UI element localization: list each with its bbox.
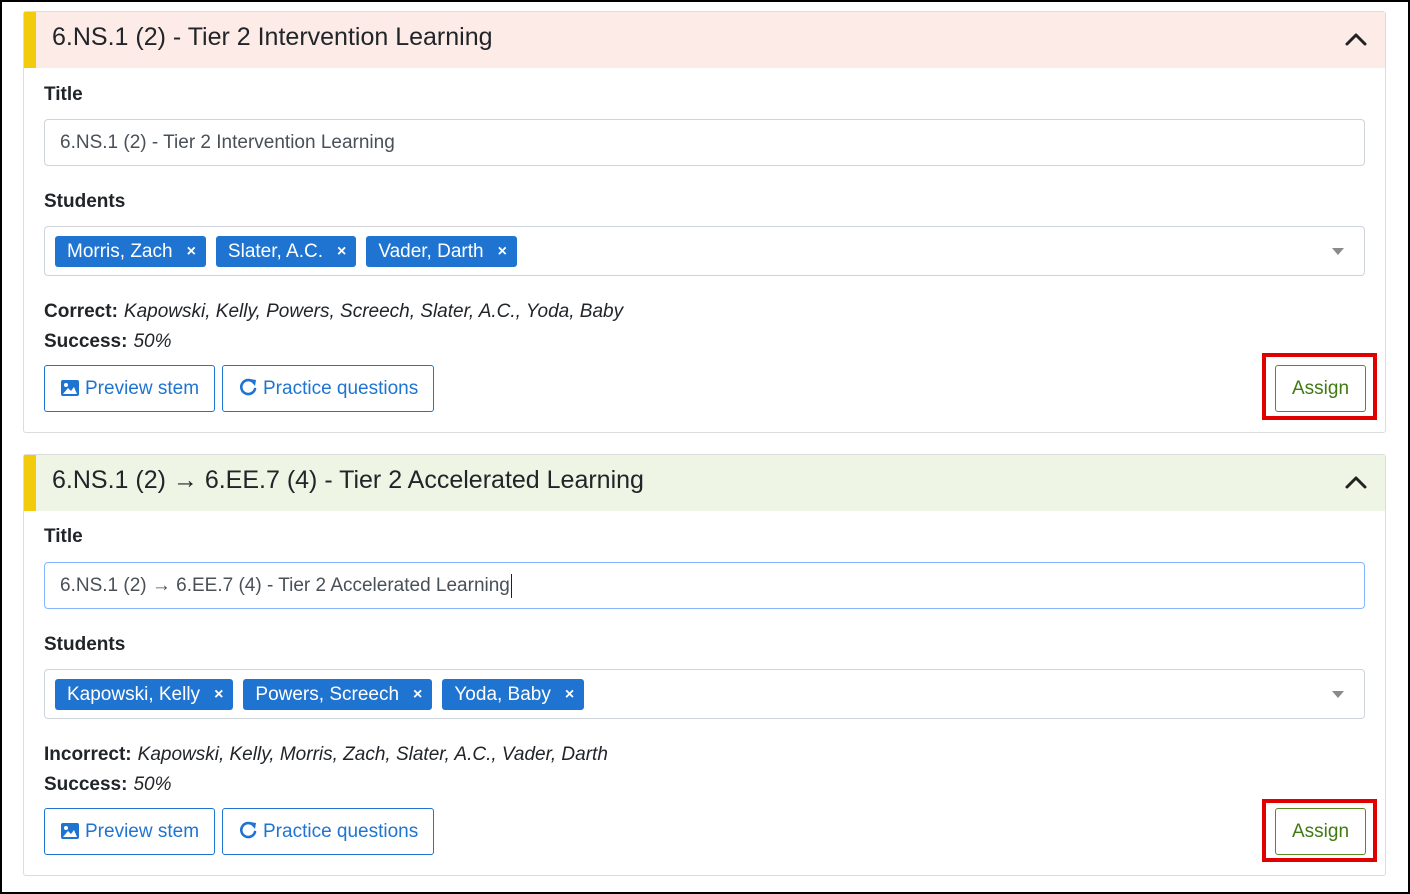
practice-questions-label: Practice questions xyxy=(263,378,419,399)
students-select[interactable]: Morris, Zach × Slater, A.C. × Vader, Darth… xyxy=(44,226,1365,276)
card-header[interactable]: 6.NS.1 (2) → 6.EE.7 (4) - Tier 2 Acceler… xyxy=(24,455,1385,511)
success-value: 50% xyxy=(133,774,172,795)
image-icon xyxy=(61,823,79,839)
title-input[interactable]: 6.NS.1 (2) → 6.EE.7 (4) - Tier 2 Acceler… xyxy=(44,562,1365,609)
student-tag-label: Yoda, Baby xyxy=(454,684,551,705)
students-label: Students xyxy=(44,634,126,655)
assign-label: Assign xyxy=(1292,378,1350,399)
title-label: Title xyxy=(44,526,83,547)
student-tag-label: Morris, Zach xyxy=(67,241,173,262)
title-input-value: 6.NS.1 (2) → 6.EE.7 (4) - Tier 2 Acceler… xyxy=(60,575,510,596)
students-label: Students xyxy=(44,191,126,212)
result-value: Kapowski, Kelly, Powers, Screech, Slater… xyxy=(123,301,624,322)
student-tag: Vader, Darth × xyxy=(366,236,517,267)
practice-questions-label: Practice questions xyxy=(263,821,419,842)
caret-down-icon[interactable] xyxy=(1332,691,1344,698)
result-label: Incorrect: xyxy=(44,744,132,765)
student-tag: Kapowski, Kelly × xyxy=(55,679,234,710)
success-line: Success: 50% xyxy=(44,774,171,796)
intervention-card: 6.NS.1 (2) - Tier 2 Intervention Learnin… xyxy=(23,11,1386,433)
close-icon[interactable]: × xyxy=(565,679,574,710)
refresh-icon xyxy=(240,378,257,396)
assign-button[interactable]: Assign xyxy=(1275,365,1367,412)
preview-stem-button[interactable]: Preview stem xyxy=(44,365,216,412)
student-tag-label: Kapowski, Kelly xyxy=(67,684,201,705)
close-icon[interactable]: × xyxy=(214,679,223,710)
result-line: Correct: Kapowski, Kelly, Powers, Screech… xyxy=(44,301,623,323)
image-icon xyxy=(61,380,79,396)
student-tag: Slater, A.C. × xyxy=(215,236,357,267)
student-tag-label: Slater, A.C. xyxy=(227,241,323,262)
card-title: 6.NS.1 (2) → 6.EE.7 (4) - Tier 2 Acceler… xyxy=(52,466,644,494)
success-label: Success: xyxy=(44,331,128,352)
preview-stem-label: Preview stem xyxy=(85,821,200,842)
card-header[interactable]: 6.NS.1 (2) - Tier 2 Intervention Learnin… xyxy=(24,12,1385,68)
student-tag-label: Powers, Screech xyxy=(255,684,400,705)
preview-stem-label: Preview stem xyxy=(85,378,200,399)
assign-label: Assign xyxy=(1292,821,1350,842)
success-label: Success: xyxy=(44,774,128,795)
result-line: Incorrect: Kapowski, Kelly, Morris, Zach,… xyxy=(44,744,608,766)
accelerated-card: 6.NS.1 (2) → 6.EE.7 (4) - Tier 2 Acceler… xyxy=(23,454,1386,876)
title-label: Title xyxy=(44,84,83,105)
chevron-up-icon[interactable] xyxy=(1341,24,1371,54)
close-icon[interactable]: × xyxy=(498,236,507,267)
title-input[interactable]: 6.NS.1 (2) - Tier 2 Intervention Learnin… xyxy=(44,119,1365,166)
student-tag: Morris, Zach × xyxy=(55,236,206,267)
close-icon[interactable]: × xyxy=(413,679,422,710)
refresh-icon xyxy=(240,821,257,839)
caret-down-icon[interactable] xyxy=(1332,248,1344,255)
preview-stem-button[interactable]: Preview stem xyxy=(44,808,216,855)
student-tag: Yoda, Baby × xyxy=(442,679,585,710)
student-tag-label: Vader, Darth xyxy=(378,241,484,262)
close-icon[interactable]: × xyxy=(337,236,346,267)
title-input-value: 6.NS.1 (2) - Tier 2 Intervention Learnin… xyxy=(60,132,395,153)
close-icon[interactable]: × xyxy=(187,236,196,267)
students-select[interactable]: Kapowski, Kelly × Powers, Screech × Yoda, … xyxy=(44,669,1365,719)
result-value: Kapowski, Kelly, Morris, Zach, Slater, A… xyxy=(137,744,608,765)
practice-questions-button[interactable]: Practice questions xyxy=(222,808,435,855)
success-line: Success: 50% xyxy=(44,331,171,353)
text-caret xyxy=(510,573,512,598)
result-label: Correct: xyxy=(44,301,118,322)
assign-button[interactable]: Assign xyxy=(1275,808,1367,855)
student-tag: Powers, Screech × xyxy=(243,679,433,710)
practice-questions-button[interactable]: Practice questions xyxy=(222,365,435,412)
card-title: 6.NS.1 (2) - Tier 2 Intervention Learnin… xyxy=(52,23,493,51)
chevron-up-icon[interactable] xyxy=(1341,467,1371,497)
success-value: 50% xyxy=(133,331,172,352)
